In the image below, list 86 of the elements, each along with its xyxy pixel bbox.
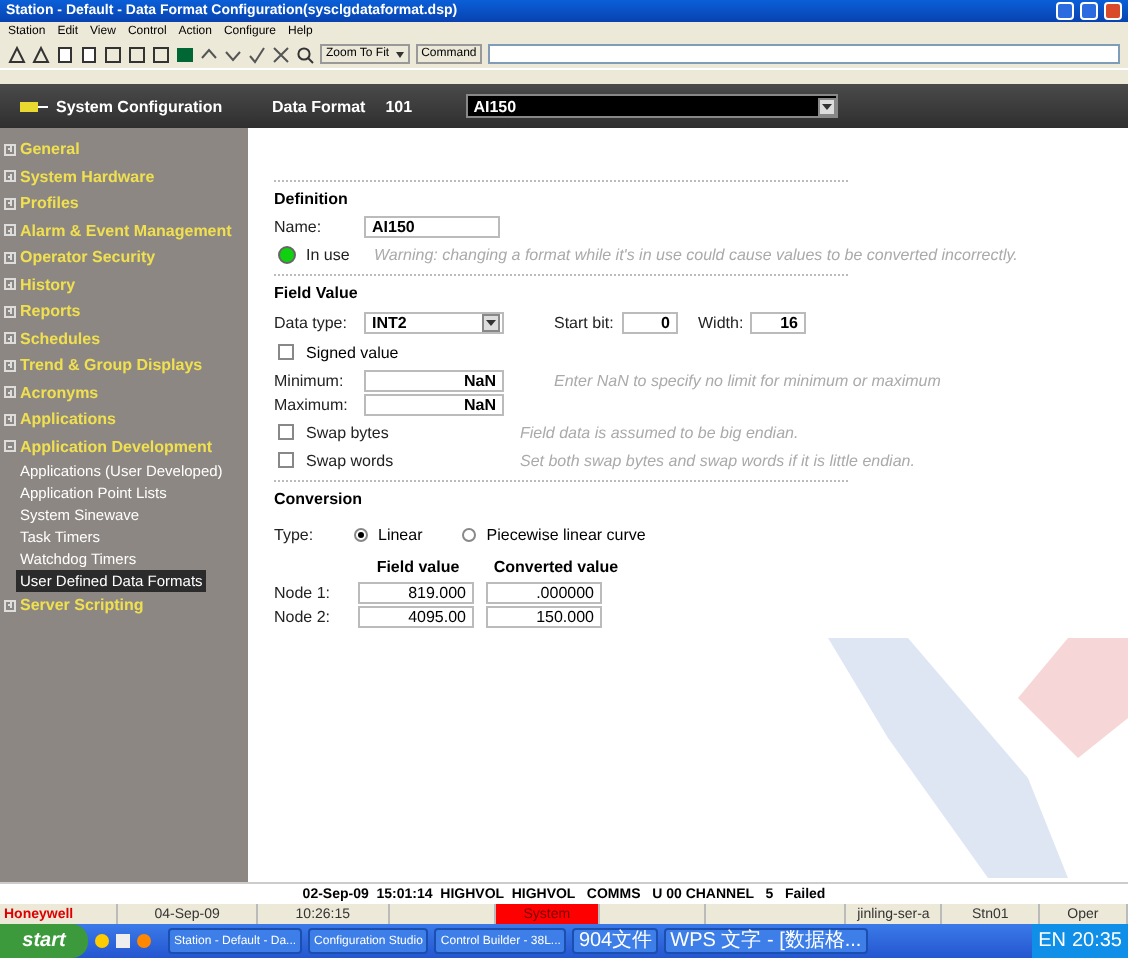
expand-icon[interactable] [4, 305, 16, 318]
hint-text: Set both swap bytes and swap words if it is little endian. [520, 451, 915, 469]
section-title: System Configuration [56, 97, 223, 115]
cross-icon[interactable] [272, 45, 290, 63]
dropdown-arrow-icon [395, 51, 404, 57]
search-icon[interactable] [296, 45, 314, 63]
taskbar-item[interactable]: 904文件 [572, 928, 659, 954]
sidebar-item[interactable]: Applications [0, 406, 248, 433]
minimum-field[interactable]: NaN [364, 369, 504, 391]
converted-value-input[interactable]: .000000 [486, 581, 602, 603]
dropdown-arrow-icon [486, 319, 496, 325]
warning-text: Warning: changing a format while it's in use could cause values to be converted incorrectly. [374, 245, 1018, 263]
logo-icon [20, 101, 48, 111]
field-label: Name: [274, 218, 324, 236]
sidebar-item[interactable]: Reports [0, 298, 248, 325]
status-label: In use [306, 245, 352, 263]
sidebar-item[interactable]: Operator Security [0, 244, 248, 271]
section-heading: Field Value [274, 284, 360, 302]
start-bit-field[interactable]: 0 [622, 311, 678, 333]
expand-icon[interactable] [4, 278, 16, 291]
expand-icon[interactable] [4, 386, 16, 399]
field-label: Data type: [274, 313, 349, 331]
minimize-button[interactable] [1056, 2, 1074, 20]
checkbox[interactable] [278, 344, 294, 360]
maximize-button[interactable] [1080, 2, 1098, 20]
expand-icon[interactable] [4, 143, 16, 156]
sidebar-item[interactable]: General [0, 136, 248, 163]
checkbox-label: Swap bytes [306, 423, 391, 441]
quick-launch-icon[interactable] [94, 932, 154, 950]
data-type-dropdown[interactable]: INT2 [364, 311, 504, 333]
format-number: 101 [385, 97, 415, 115]
field-label: Type: [274, 525, 316, 543]
start-button[interactable]: start [0, 924, 88, 958]
language-indicator[interactable]: EN [1038, 930, 1066, 952]
sidebar-item[interactable]: Application Development [0, 433, 248, 460]
radio-label: Piecewise linear curve [486, 525, 646, 543]
radio-label: Linear [378, 525, 423, 543]
sidebar-item[interactable]: System Hardware [0, 163, 248, 190]
field-label: Node 1: [274, 583, 333, 601]
column-header: Converted value [491, 558, 621, 576]
sidebar-item[interactable]: Trend & Group Displays [0, 352, 248, 379]
section-heading: Conversion [274, 490, 365, 508]
expand-icon[interactable] [4, 599, 16, 612]
sidebar-item[interactable]: Server Scripting [0, 592, 248, 619]
expand-icon[interactable] [4, 197, 16, 210]
sidebar-item[interactable]: Schedules [0, 325, 248, 352]
sidebar-item[interactable]: Profiles [0, 190, 248, 217]
field-label: Start bit: [554, 313, 616, 331]
field-label: Node 2: [274, 607, 333, 625]
dropdown-arrow-icon [821, 103, 832, 109]
close-button[interactable] [1104, 2, 1122, 20]
expand-icon[interactable] [4, 440, 16, 453]
sidebar-item[interactable]: Alarm & Event Management [0, 217, 248, 244]
format-dropdown[interactable]: AI150 [465, 94, 838, 118]
column-header: Field value [374, 558, 462, 576]
radio-button[interactable] [462, 527, 477, 541]
field-value-input[interactable]: 4095.00 [358, 605, 474, 627]
field-label: Width: [698, 313, 746, 331]
expand-icon[interactable] [4, 224, 16, 237]
checkbox[interactable] [278, 424, 294, 440]
width-field[interactable]: 16 [750, 311, 806, 333]
expand-icon[interactable] [4, 170, 16, 183]
radio-button[interactable] [354, 527, 368, 541]
checkmark-icon[interactable] [248, 45, 266, 63]
hint-text: Field data is assumed to be big endian. [520, 423, 799, 441]
expand-icon[interactable] [4, 251, 16, 264]
checkbox[interactable] [278, 452, 294, 468]
maximum-field[interactable]: NaN [364, 394, 504, 416]
field-label: Minimum: [274, 371, 346, 389]
sidebar-item[interactable]: Acronyms [0, 379, 248, 406]
checkbox-label: Signed value [306, 343, 399, 361]
expand-icon[interactable] [4, 332, 16, 345]
format-label: Data Format [272, 97, 366, 115]
converted-value-input[interactable]: 150.000 [486, 605, 602, 627]
expand-icon[interactable] [4, 413, 16, 426]
command-field[interactable] [488, 44, 1120, 64]
field-label: Maximum: [274, 396, 350, 414]
sidebar-item[interactable]: History [0, 271, 248, 298]
clock: 20:35 [1071, 930, 1122, 952]
checkbox-label: Swap words [306, 451, 396, 469]
field-value-input[interactable]: 819.000 [358, 581, 474, 603]
hint-text: Enter NaN to specify no limit for minimum or maximum [554, 371, 941, 389]
section-heading: Definition [274, 190, 350, 208]
expand-icon[interactable] [4, 359, 16, 372]
name-field[interactable]: AI150 [364, 216, 500, 238]
taskbar-item[interactable]: WPS 文字 - [数据格... [664, 928, 868, 954]
